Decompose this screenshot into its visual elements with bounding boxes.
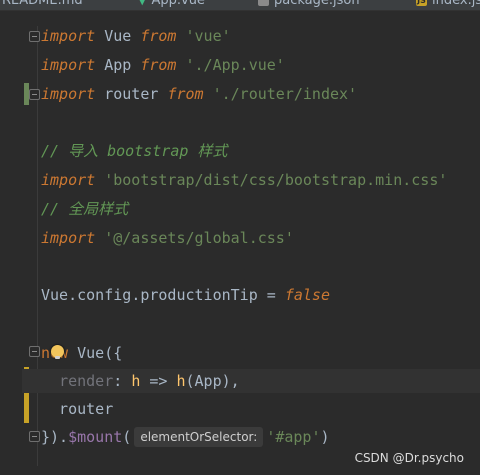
keyword-token: import <box>41 229 96 247</box>
fold-toggle-icon[interactable] <box>29 431 40 442</box>
identifier-token: Vue <box>95 27 141 45</box>
code-line[interactable]: Vue.config.productionTip = false <box>41 283 480 307</box>
function-call-token: h <box>176 372 186 390</box>
keyword-token: from <box>140 56 177 74</box>
string-token: '#app' <box>266 428 321 446</box>
parameter-name-hint: elementOrSelector: <box>134 427 264 447</box>
fold-toggle-icon[interactable] <box>29 346 40 357</box>
lightbulb-icon[interactable] <box>51 345 64 359</box>
string-token: './App.vue' <box>185 56 285 74</box>
comment-token: // 导入 bootstrap 样式 <box>41 142 228 160</box>
code-line[interactable]: import router from './router/index' <box>41 82 480 106</box>
identifier-token: productionTip <box>140 286 258 304</box>
comment-token: // 全局样式 <box>41 200 129 218</box>
punctuation-token: ) <box>320 428 330 446</box>
code-editor[interactable]: import Vue from 'vue' import App from '.… <box>22 0 480 475</box>
code-line[interactable]: }).$mount(elementOrSelector: '#app') <box>41 425 480 449</box>
string-token: './router/index' <box>212 85 358 103</box>
code-line[interactable]: import Vue from 'vue' <box>41 24 480 48</box>
code-line[interactable]: router <box>41 397 480 421</box>
code-line-current[interactable]: render: h => h(App), <box>22 369 480 393</box>
keyword-token: import <box>41 56 96 74</box>
keyword-token: from <box>167 85 204 103</box>
identifier-token: router <box>41 400 114 418</box>
code-line[interactable]: import 'bootstrap/dist/css/bootstrap.min… <box>41 168 480 192</box>
fold-toggle-icon[interactable] <box>29 31 40 42</box>
operator-token: = <box>257 286 285 304</box>
identifier-token: config <box>77 286 132 304</box>
punctuation-token: : <box>113 372 132 390</box>
punctuation-token: . <box>68 286 78 304</box>
punctuation-token: (App), <box>185 372 240 390</box>
code-line[interactable]: // 导入 bootstrap 样式 <box>41 139 480 163</box>
parameter-token: h <box>131 372 141 390</box>
code-line[interactable]: // 全局样式 <box>41 197 480 221</box>
fold-toggle-icon[interactable] <box>29 89 40 100</box>
string-token: '@/assets/global.css' <box>104 229 294 247</box>
keyword-token: import <box>41 171 96 189</box>
operator-token: => <box>140 372 177 390</box>
keyword-token: from <box>140 27 177 45</box>
method-token: $mount <box>68 428 123 446</box>
code-line[interactable]: import '@/assets/global.css' <box>41 226 480 250</box>
punctuation-token: }). <box>41 428 69 446</box>
keyword-token: import <box>41 27 96 45</box>
identifier-token: Vue({ <box>68 344 123 362</box>
string-token: 'vue' <box>185 27 231 45</box>
keyword-token: import <box>41 85 96 103</box>
punctuation-token: . <box>131 286 141 304</box>
identifier-token: App <box>95 56 141 74</box>
property-token: render <box>59 372 114 390</box>
code-line[interactable]: import App from './App.vue' <box>41 53 480 77</box>
code-line[interactable]: new Vue({ <box>41 341 480 365</box>
identifier-token: Vue <box>41 286 69 304</box>
keyword-token: false <box>284 286 330 304</box>
string-token: 'bootstrap/dist/css/bootstrap.min.css' <box>104 171 448 189</box>
watermark: CSDN @Dr.psycho <box>354 451 464 465</box>
punctuation-token: ( <box>122 428 132 446</box>
identifier-token: router <box>95 85 168 103</box>
